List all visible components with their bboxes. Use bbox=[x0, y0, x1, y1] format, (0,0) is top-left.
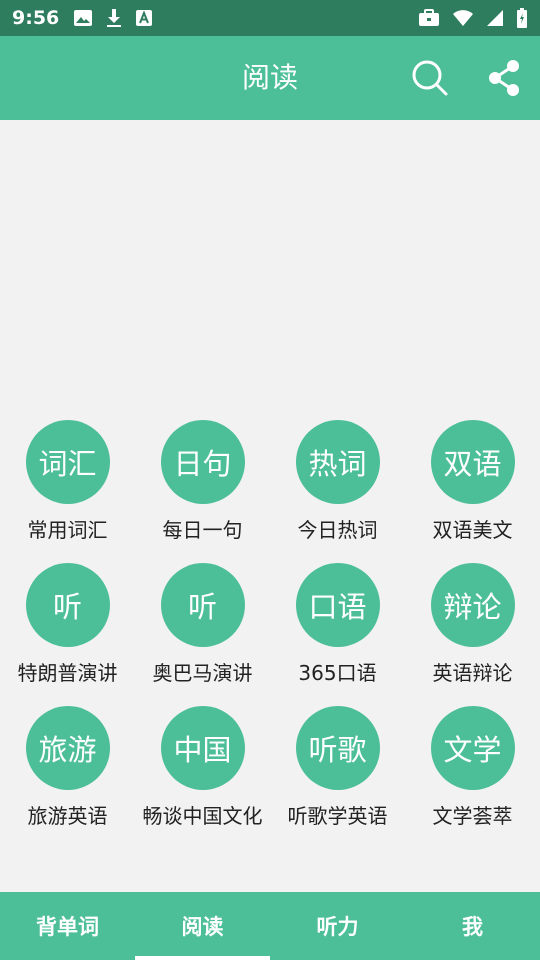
tab-selected-indicator bbox=[135, 956, 270, 960]
grid-item-circle: 听 bbox=[25, 563, 110, 647]
share-icon bbox=[489, 60, 519, 96]
status-time: 9:56 bbox=[12, 7, 60, 29]
grid-item-label: 365口语 bbox=[298, 661, 377, 685]
grid-item-travel-english[interactable]: 旅游 旅游英语 bbox=[0, 704, 135, 847]
bottom-nav: 背单词 阅读 听力 我 bbox=[0, 892, 540, 960]
search-button[interactable] bbox=[410, 58, 450, 98]
grid-item-label: 今日热词 bbox=[297, 518, 378, 542]
grid-item-english-debate[interactable]: 辩论 英语辩论 bbox=[405, 561, 540, 704]
grid-item-common-words[interactable]: 词汇 常用词汇 bbox=[0, 418, 135, 561]
tab-reading[interactable]: 阅读 bbox=[135, 892, 270, 960]
app-bar: 阅读 bbox=[0, 36, 540, 120]
banner-area bbox=[0, 120, 540, 410]
share-button[interactable] bbox=[484, 58, 524, 98]
category-grid: 词汇 常用词汇 日句 每日一句 热词 今日热词 双语 双语美文 听 特朗普演讲 … bbox=[0, 418, 540, 847]
grid-item-label: 畅谈中国文化 bbox=[142, 804, 263, 828]
download-icon bbox=[105, 8, 123, 28]
tab-label: 我 bbox=[462, 915, 483, 939]
grid-item-bilingual-essays[interactable]: 双语 双语美文 bbox=[405, 418, 540, 561]
grid-item-circle: 词汇 bbox=[25, 420, 110, 504]
grid-item-label: 双语美文 bbox=[432, 518, 513, 542]
signal-icon bbox=[486, 9, 504, 27]
grid-item-label: 奥巴马演讲 bbox=[152, 661, 253, 685]
grid-item-label: 每日一句 bbox=[162, 518, 243, 542]
page-title: 阅读 bbox=[241, 61, 298, 94]
grid-item-chinese-culture[interactable]: 中国 畅谈中国文化 bbox=[135, 704, 270, 847]
grid-item-circle: 旅游 bbox=[25, 706, 110, 790]
grid-item-circle: 听 bbox=[160, 563, 245, 647]
grid-item-365-speaking[interactable]: 口语 365口语 bbox=[270, 561, 405, 704]
grid-item-label: 文学荟萃 bbox=[432, 804, 513, 828]
grid-item-label: 听歌学英语 bbox=[287, 804, 388, 828]
status-right-icons bbox=[418, 8, 528, 28]
briefcase-icon bbox=[418, 9, 440, 27]
status-bar: 9:56 bbox=[0, 0, 540, 36]
grid-item-obama-speeches[interactable]: 听 奥巴马演讲 bbox=[135, 561, 270, 704]
grid-item-daily-sentence[interactable]: 日句 每日一句 bbox=[135, 418, 270, 561]
tab-vocabulary[interactable]: 背单词 bbox=[0, 892, 135, 960]
grid-item-label: 旅游英语 bbox=[27, 804, 108, 828]
tab-listening[interactable]: 听力 bbox=[270, 892, 405, 960]
tab-label: 背单词 bbox=[36, 915, 99, 939]
grid-item-circle: 热词 bbox=[295, 420, 380, 504]
grid-item-label: 常用词汇 bbox=[27, 518, 108, 542]
grid-item-trump-speeches[interactable]: 听 特朗普演讲 bbox=[0, 561, 135, 704]
grid-item-hot-words[interactable]: 热词 今日热词 bbox=[270, 418, 405, 561]
tab-label: 听力 bbox=[316, 915, 359, 939]
tab-me[interactable]: 我 bbox=[405, 892, 540, 960]
battery-icon bbox=[516, 8, 528, 28]
grid-item-songs-english[interactable]: 听歌 听歌学英语 bbox=[270, 704, 405, 847]
grid-item-circle: 文学 bbox=[430, 706, 515, 790]
grid-item-circle: 日句 bbox=[160, 420, 245, 504]
grid-item-circle: 辩论 bbox=[430, 563, 515, 647]
tab-label: 阅读 bbox=[181, 915, 224, 939]
wifi-icon bbox=[452, 9, 474, 27]
grid-item-label: 英语辩论 bbox=[432, 661, 513, 685]
grid-item-label: 特朗普演讲 bbox=[17, 661, 118, 685]
grid-item-circle: 口语 bbox=[295, 563, 380, 647]
grid-item-circle: 双语 bbox=[430, 420, 515, 504]
search-icon bbox=[412, 60, 448, 96]
grid-item-literature[interactable]: 文学 文学荟萃 bbox=[405, 704, 540, 847]
image-icon bbox=[73, 9, 93, 27]
grid-item-circle: 中国 bbox=[160, 706, 245, 790]
grid-item-circle: 听歌 bbox=[295, 706, 380, 790]
font-icon bbox=[135, 9, 153, 27]
